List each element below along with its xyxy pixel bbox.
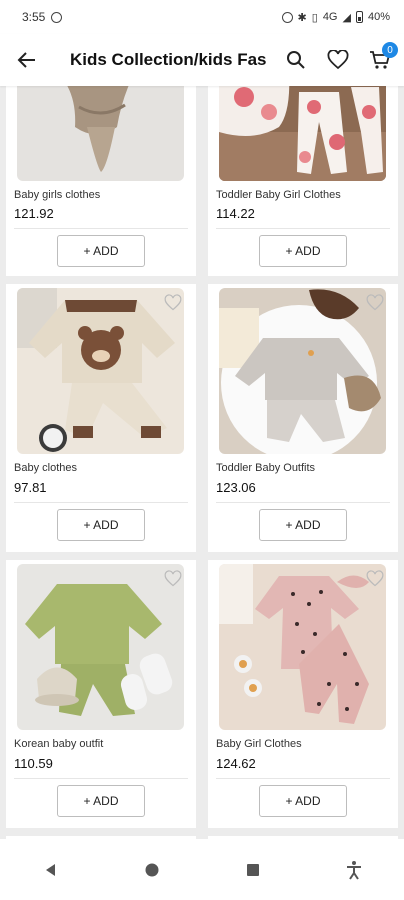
product-card[interactable]: Baby clothes 97.81 + ADD	[6, 284, 196, 552]
page-title: Kids Collection/kids Fashion	[70, 50, 266, 69]
nav-home-button[interactable]	[134, 852, 170, 888]
product-name: Toddler Baby Girl Clothes	[216, 189, 341, 201]
divider	[216, 228, 390, 229]
product-image[interactable]	[17, 288, 184, 454]
divider	[14, 228, 188, 229]
status-bar: 3:55 ✱ ▯ 4G ◢ 40%	[0, 0, 404, 34]
product-name: Toddler Baby Outfits	[216, 462, 316, 474]
home-circle-icon	[145, 863, 158, 876]
nav-recents-button[interactable]	[235, 852, 271, 888]
search-button[interactable]	[282, 46, 310, 74]
product-price: 121.92	[14, 206, 54, 221]
product-price: 123.06	[216, 480, 256, 495]
back-button[interactable]	[14, 47, 40, 73]
favorite-heart-icon[interactable]	[164, 294, 182, 312]
signal-icon: ◢	[342, 11, 351, 24]
vibrate-icon: ▯	[311, 11, 318, 24]
product-card[interactable]: Korean baby outfit 110.59 + ADD	[6, 560, 196, 828]
product-image[interactable]	[219, 86, 386, 181]
heart-icon	[327, 50, 349, 70]
product-image[interactable]	[17, 86, 184, 181]
cart-count-badge: 0	[382, 42, 398, 58]
accessibility-button[interactable]	[336, 852, 372, 888]
bluetooth-icon: ✱	[297, 11, 307, 24]
accessibility-icon	[346, 860, 361, 880]
system-nav-bar	[0, 839, 404, 900]
add-to-cart-button[interactable]: + ADD	[259, 235, 347, 267]
battery-icon	[355, 11, 363, 23]
product-price: 114.22	[216, 206, 255, 221]
recents-square-icon	[246, 863, 259, 876]
product-name: Baby clothes	[14, 462, 77, 474]
add-to-cart-button[interactable]: + ADD	[57, 785, 145, 817]
product-name: Baby Girl Clothes	[216, 738, 302, 750]
search-icon	[287, 51, 305, 69]
app-bar: Kids Collection/kids Fashion 0	[0, 34, 404, 86]
battery-level: 40%	[367, 11, 390, 23]
product-name: Korean baby outfit	[14, 738, 104, 750]
product-image[interactable]	[17, 564, 184, 730]
product-name: Baby girls clothes	[14, 189, 101, 201]
arrow-left-icon	[17, 52, 35, 68]
nav-back-button[interactable]	[33, 852, 69, 888]
add-to-cart-button[interactable]: + ADD	[57, 235, 145, 267]
product-grid: Baby girls clothes 121.92 + ADD Toddler …	[0, 86, 404, 839]
product-price: 124.62	[216, 756, 256, 771]
product-image[interactable]	[219, 288, 386, 454]
status-time: 3:55	[22, 10, 46, 24]
product-image[interactable]	[219, 564, 386, 730]
add-to-cart-button[interactable]: + ADD	[259, 509, 347, 541]
favorite-heart-icon[interactable]	[366, 570, 384, 588]
divider	[14, 502, 188, 503]
divider	[14, 778, 188, 779]
divider	[216, 778, 390, 779]
product-price: 110.59	[14, 756, 53, 771]
product-card[interactable]: Baby girls clothes 121.92 + ADD	[6, 86, 196, 276]
add-to-cart-button[interactable]: + ADD	[57, 509, 145, 541]
wishlist-button[interactable]	[324, 46, 352, 74]
favorite-heart-icon[interactable]	[164, 570, 182, 588]
triangle-back-icon	[45, 863, 55, 876]
cart-button[interactable]: 0	[366, 42, 398, 74]
product-card[interactable]: Toddler Baby Girl Clothes 114.22 + ADD	[208, 86, 398, 276]
product-card[interactable]: Baby Girl Clothes 124.62 + ADD	[208, 560, 398, 828]
divider	[216, 502, 390, 503]
product-card[interactable]: Toddler Baby Outfits 123.06 + ADD	[208, 284, 398, 552]
network-label: 4G	[322, 11, 338, 23]
favorite-heart-icon[interactable]	[366, 294, 384, 312]
alarm-icon	[281, 11, 293, 23]
notification-icon	[51, 11, 63, 23]
add-to-cart-button[interactable]: + ADD	[259, 785, 347, 817]
product-price: 97.81	[14, 480, 47, 495]
